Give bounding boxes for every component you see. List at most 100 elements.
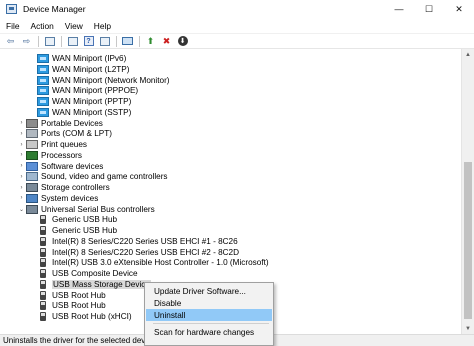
tree-item[interactable]: WAN Miniport (PPTP) [28,96,131,107]
tree-item[interactable]: USB Root Hub [28,300,106,311]
disable-device-button[interactable]: ✖ [159,35,174,48]
tree-item[interactable]: ⌄ Universal Serial Bus controllers [17,204,155,215]
tree-item-label: WAN Miniport (Network Monitor) [52,75,170,85]
menu-bar: File Action View Help [0,18,474,33]
expand-chevron-icon[interactable]: › [17,118,26,129]
expand-chevron-icon[interactable]: › [17,150,26,161]
network-adapter-icon [37,54,49,63]
network-adapter-icon [37,64,49,74]
title-bar: Device Manager — ☐ ✕ [0,0,474,18]
tree-item-label: WAN Miniport (PPPOE) [52,86,139,96]
tree-item-label: USB Composite Device [52,269,138,278]
enable-device-button[interactable]: ⬆ [143,35,158,48]
tree-item-label: Storage controllers [41,183,110,192]
tree-item[interactable]: USB Root Hub (xHCI) [28,311,132,322]
back-button[interactable]: ⇦ [3,35,18,48]
device-manager-icon [6,4,17,14]
context-menu-separator [153,323,269,324]
usb-icon [40,301,46,311]
usb-icon [40,215,46,225]
vertical-scrollbar[interactable]: ▲ ▼ [461,49,474,334]
forward-button[interactable]: ⇨ [19,35,34,48]
tree-item[interactable]: WAN Miniport (Network Monitor) [28,75,170,86]
tree-item-label: Universal Serial Bus controllers [41,204,155,214]
tree-item-label: Processors [41,150,82,160]
tree-item[interactable]: › Processors [17,150,82,161]
toolbar-separator [139,35,140,47]
context-menu-item[interactable]: Scan for hardware changes [146,326,272,338]
tree-item[interactable]: Generic USB Hub [28,225,117,236]
network-adapter-icon [37,107,49,117]
toolbar: ⇦ ⇨ ? ⬆ ✖ ⬇ [0,33,474,49]
expand-chevron-icon[interactable]: › [17,193,26,204]
expand-chevron-icon[interactable]: › [17,161,26,172]
menu-help[interactable]: Help [89,21,116,31]
tree-item[interactable]: WAN Miniport (SSTP) [28,107,131,118]
tree-item[interactable]: › Print queues [17,139,87,150]
properties-sheet-button[interactable] [97,35,112,48]
scroll-up-icon[interactable]: ▲ [462,49,474,60]
menu-view[interactable]: View [60,21,88,31]
usb-icon [40,290,46,300]
back-arrow-icon: ⇦ [6,35,15,46]
property-sheet-icon [99,36,110,46]
tree-item-label: USB Root Hub [52,290,106,300]
sound-icon [26,172,38,182]
menu-file[interactable]: File [1,21,25,31]
context-menu-item[interactable]: Uninstall [146,309,272,321]
properties-button[interactable] [65,35,80,48]
context-menu-item[interactable]: Update Driver Software... [146,285,272,297]
usb-icon [40,312,46,321]
tree-item-label: Intel(R) 8 Series/C220 Series USB EHCI #… [52,247,240,257]
tree-item[interactable]: Intel(R) 8 Series/C220 Series USB EHCI #… [28,247,239,258]
software-device-icon [26,161,38,171]
scroll-down-icon[interactable]: ▼ [462,323,474,334]
expand-chevron-icon[interactable]: › [17,139,26,150]
forward-arrow-icon: ⇨ [22,35,31,46]
close-button[interactable]: ✕ [444,0,474,18]
tree-item[interactable]: WAN Miniport (L2TP) [28,64,130,75]
tree-item-label: USB Root Hub (xHCI) [52,312,132,321]
tree-item-label: USB Root Hub [52,301,106,311]
expand-chevron-icon[interactable]: › [17,182,26,193]
minimize-button[interactable]: — [384,0,414,18]
help-button[interactable]: ? [81,35,96,48]
tree-item-label: Portable Devices [41,118,103,128]
tree-item[interactable]: USB Mass Storage Device [28,279,151,290]
tree-item[interactable]: › Ports (COM & LPT) [17,128,112,139]
disable-x-icon: ✖ [162,35,171,46]
tree-item-label: WAN Miniport (IPv6) [52,54,127,63]
tree-item[interactable]: Intel(R) USB 3.0 eXtensible Host Control… [28,257,269,268]
tree-item[interactable]: Generic USB Hub [28,214,117,225]
tree-item[interactable]: › System devices [17,193,98,204]
toolbar-separator [116,35,117,47]
maximize-button[interactable]: ☐ [414,0,444,18]
tree-item-label: System devices [41,193,99,203]
tree-item[interactable]: Intel(R) 8 Series/C220 Series USB EHCI #… [28,236,238,247]
menu-action[interactable]: Action [26,21,59,31]
tree-item[interactable]: WAN Miniport (IPv6) [28,53,126,64]
enable-arrow-icon: ⬆ [146,35,155,46]
tree-item[interactable]: › Sound, video and game controllers [17,171,168,182]
scroll-thumb[interactable] [464,162,472,319]
tree-item[interactable]: USB Composite Device [28,268,138,279]
tree-item-label: Generic USB Hub [52,226,118,235]
expand-chevron-icon[interactable]: › [17,171,26,182]
context-menu-item[interactable]: Disable [146,297,272,309]
tree-item[interactable]: WAN Miniport (PPPOE) [28,85,138,96]
tree-item-label: Ports (COM & LPT) [41,129,112,139]
processor-icon [26,150,38,160]
show-hide-console-tree-button[interactable] [42,35,57,48]
usb-icon [40,226,46,235]
expand-chevron-icon[interactable]: › [17,128,26,139]
scan-hardware-button[interactable] [120,35,135,48]
properties-icon [67,36,78,46]
collapse-chevron-icon[interactable]: ⌄ [17,204,26,215]
uninstall-device-button[interactable]: ⬇ [175,35,190,48]
tree-item[interactable]: › Storage controllers [17,182,110,193]
usb-icon [40,279,46,289]
help-icon: ? [83,36,94,46]
tree-item[interactable]: USB Root Hub [28,290,106,301]
tree-item[interactable]: › Portable Devices [17,118,103,129]
tree-item[interactable]: › Software devices [17,161,103,172]
